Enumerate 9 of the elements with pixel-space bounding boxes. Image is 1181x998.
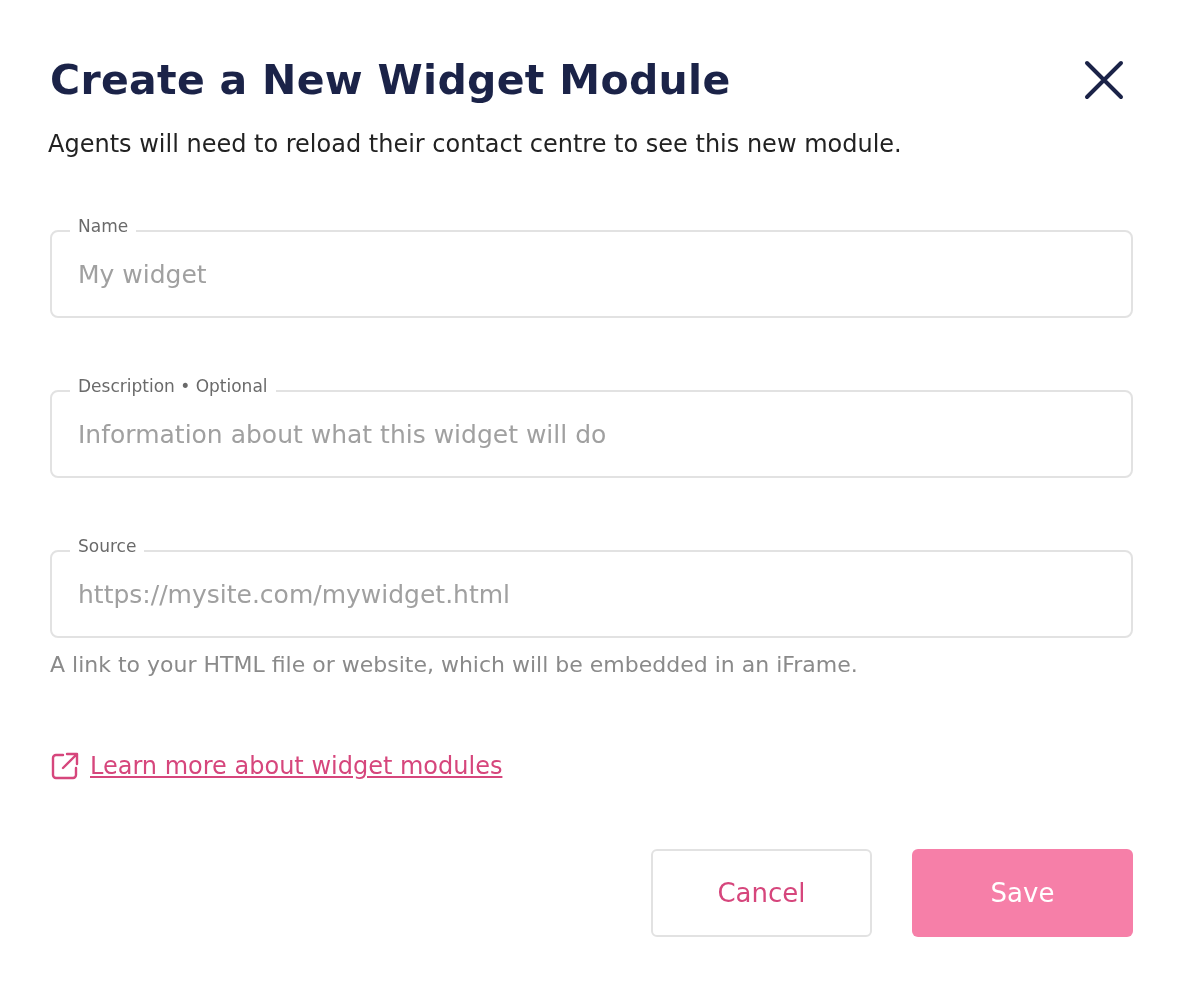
dialog-subtitle: Agents will need to reload their contact centre to see this new module. <box>48 130 903 158</box>
external-link-icon <box>50 751 80 781</box>
cancel-button[interactable]: Cancel <box>651 849 872 937</box>
learn-more-link[interactable]: Learn more about widget modules <box>90 752 503 780</box>
dialog-title: Create a New Widget Module <box>50 56 731 104</box>
close-button[interactable] <box>1084 60 1124 100</box>
helper-text: A link to your HTML file or website, which will be embedded in an iFrame. <box>50 652 859 677</box>
field-label: Description • Optional <box>70 376 276 396</box>
close-icon <box>1084 60 1124 100</box>
